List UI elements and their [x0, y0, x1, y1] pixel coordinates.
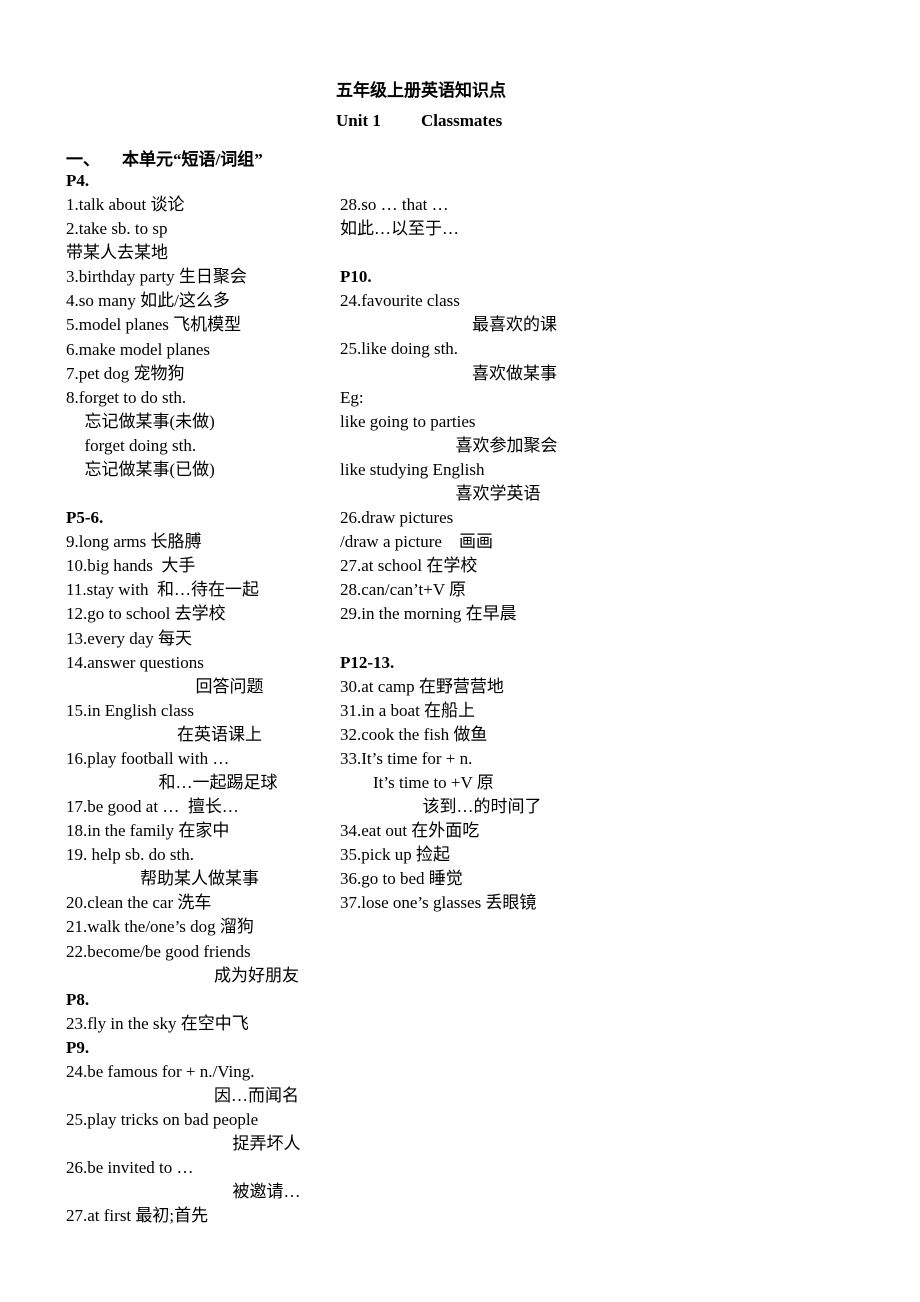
phrase-line: 34.eat out 在外面吃 — [340, 821, 480, 841]
phrase-line: 12.go to school 去学校 — [66, 604, 226, 624]
phrase-line: 14.answer questions — [66, 652, 204, 672]
phrase-line: 如此…以至于… — [340, 219, 459, 239]
phrase-line: 26.draw pictures — [340, 508, 454, 528]
phrase-line: 13.every day 每天 — [66, 628, 193, 648]
phrase-line: 19. help sb. do sth. — [66, 845, 194, 865]
phrase-line: 24.favourite class — [340, 291, 460, 311]
phrase-line: 15.in English class — [66, 700, 194, 720]
page-heading: P5-6. — [66, 508, 104, 528]
phrase-line: 21.walk the/one’s dog 溜狗 — [66, 917, 254, 937]
phrase-line: 30.at camp 在野营营地 — [340, 676, 504, 696]
phrase-line: Eg: — [340, 387, 364, 407]
section-number: 一、 — [66, 150, 100, 169]
phrase-line: 成为好朋友 — [214, 965, 299, 985]
phrase-line: 35.pick up 捡起 — [340, 845, 451, 865]
phrase-line: 喜欢做某事 — [472, 363, 557, 383]
phrase-line: 29.in the morning 在早晨 — [340, 604, 517, 624]
phrase-line: 7.pet dog 宠物狗 — [66, 363, 185, 383]
phrase-line: 8.forget to do sth. — [66, 387, 187, 407]
phrase-line: 忘记做某事(未做) — [84, 411, 215, 431]
phrase-line: 25.like doing sth. — [340, 339, 459, 359]
phrase-line: 17.be good at … 擅长… — [66, 797, 239, 817]
unit-name: Classmates — [421, 111, 503, 130]
phrase-line: 16.play football with … — [66, 748, 230, 768]
phrase-line: 被邀请… — [232, 1182, 301, 1202]
phrase-line: 9.long arms 长胳膊 — [66, 532, 202, 552]
phrase-line: 26.be invited to … — [66, 1158, 194, 1178]
phrase-line: 6.make model planes — [66, 339, 210, 359]
phrase-line: 在英语课上 — [177, 724, 262, 744]
phrase-line: 4.so many 如此/这么多 — [66, 291, 230, 311]
phrase-line: 带某人去某地 — [66, 243, 168, 263]
phrase-line: 24.be famous for + n./Ving. — [66, 1061, 255, 1081]
phrase-line: It’s time to +V 原 — [373, 772, 494, 792]
phrase-line: /draw a picture 画画 — [340, 532, 493, 552]
page-heading: P12-13. — [340, 652, 395, 672]
phrase-line: 23.fly in the sky 在空中飞 — [66, 1013, 249, 1033]
phrase-line: 最喜欢的课 — [472, 315, 557, 335]
page-heading: P9. — [66, 1037, 90, 1057]
phrase-line: like going to parties — [340, 411, 476, 431]
phrase-line: 喜欢参加聚会 — [455, 435, 558, 455]
phrase-line: 20.clean the car 洗车 — [66, 893, 212, 913]
page-heading: P8. — [66, 989, 90, 1009]
phrase-line: 22.become/be good friends — [66, 941, 251, 961]
phrase-line: 喜欢学英语 — [455, 483, 541, 503]
phrase-line: 36.go to bed 睡觉 — [340, 869, 463, 889]
phrase-line: 5.model planes 飞机模型 — [66, 315, 242, 335]
phrase-line: 27.at first 最初;首先 — [66, 1206, 209, 1226]
page-heading: P10. — [340, 267, 372, 287]
phrase-line: 27.at school 在学校 — [340, 556, 478, 576]
page-title: 五年级上册英语知识点 — [336, 81, 506, 100]
phrase-line: 1.talk about 谈论 — [66, 195, 185, 215]
phrase-line: 32.cook the fish 做鱼 — [340, 724, 488, 744]
phrase-line: 回答问题 — [195, 676, 264, 696]
phrase-line: 和…一起踢足球 — [158, 773, 278, 792]
phrase-line: 因…而闻名 — [214, 1086, 299, 1106]
phrase-line: 10.big hands 大手 — [66, 556, 196, 576]
phrase-line: 28.so … that … — [340, 195, 449, 214]
section-heading: 本单元“短语/词组” — [122, 150, 263, 169]
phrase-line: 帮助某人做某事 — [140, 869, 259, 889]
unit-number: Unit 1 — [336, 111, 381, 130]
phrase-line: 33.It’s time for + n. — [340, 748, 473, 768]
phrase-line: 2.take sb. to sp — [66, 219, 168, 239]
phrase-line: 31.in a boat 在船上 — [340, 700, 476, 720]
phrase-line: 忘记做某事(已做) — [84, 459, 215, 479]
phrase-line: 37.lose one’s glasses 丢眼镜 — [340, 893, 537, 913]
phrase-line: 3.birthday party 生日聚会 — [66, 267, 247, 287]
page-heading: P4. — [66, 171, 90, 190]
phrase-line: 25.play tricks on bad people — [66, 1110, 259, 1130]
phrase-line: 该到…的时间了 — [422, 797, 542, 816]
phrase-line: 28.can/can’t+V 原 — [340, 580, 467, 600]
phrase-line: like studying English — [340, 459, 485, 479]
phrase-line: forget doing sth. — [84, 435, 197, 455]
phrase-line: 捉弄坏人 — [232, 1134, 301, 1154]
phrase-line: 18.in the family 在家中 — [66, 821, 230, 841]
phrase-line: 11.stay with 和…待在一起 — [66, 580, 259, 600]
